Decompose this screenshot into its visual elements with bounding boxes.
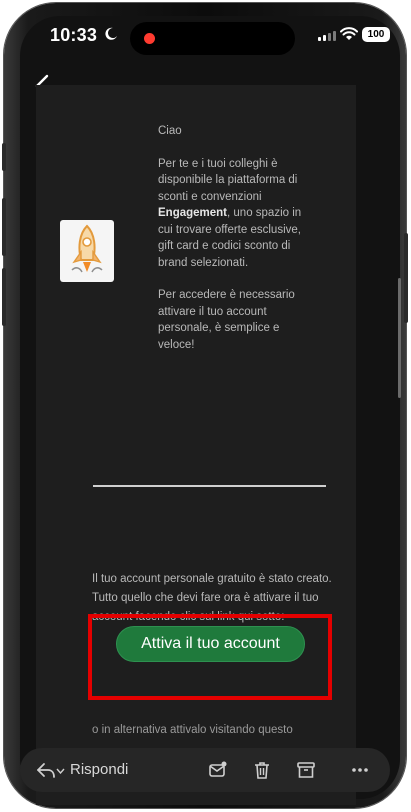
intro-text: Ciao Per te e i tuoi colleghi è disponib… xyxy=(158,123,313,369)
scrollbar[interactable] xyxy=(398,278,401,398)
greeting-text: Ciao xyxy=(158,125,182,137)
recording-indicator xyxy=(144,33,155,44)
more-icon[interactable] xyxy=(350,760,370,780)
power-button xyxy=(404,233,408,323)
alternative-link-text: o in alternativa attivalo visitando ques… xyxy=(92,724,293,736)
reply-icon[interactable] xyxy=(36,761,56,779)
volume-up-button xyxy=(2,198,6,256)
battery-indicator: 100 xyxy=(362,27,390,42)
divider xyxy=(93,485,326,487)
bottom-toolbar: Rispondi xyxy=(20,748,390,792)
archive-icon[interactable] xyxy=(296,760,316,780)
activate-account-button[interactable]: Attiva il tuo account xyxy=(116,626,305,662)
wifi-icon xyxy=(340,27,358,40)
status-time: 10:33 xyxy=(50,25,98,45)
reply-button[interactable]: Rispondi xyxy=(70,761,128,778)
signal-icon xyxy=(318,31,336,41)
access-paragraph: Per accedere è necessario attivare il tu… xyxy=(158,289,295,351)
moon-icon xyxy=(105,27,117,40)
mute-switch xyxy=(2,143,6,171)
rocket-icon xyxy=(71,224,103,273)
status-bar: 10:33 100 xyxy=(20,16,400,58)
trash-icon[interactable] xyxy=(252,760,272,780)
dynamic-island xyxy=(130,22,295,55)
intro-part-1: Per te e i tuoi colleghi è disponibile l… xyxy=(158,157,298,203)
rocket-illustration xyxy=(60,220,114,282)
mail-badge-icon[interactable] xyxy=(208,760,228,780)
volume-down-button xyxy=(2,268,6,326)
brand-name: Engagement xyxy=(158,207,228,219)
intro-paragraph: Per te e i tuoi colleghi è disponibile l… xyxy=(158,156,313,272)
chevron-down-icon[interactable] xyxy=(56,768,65,774)
